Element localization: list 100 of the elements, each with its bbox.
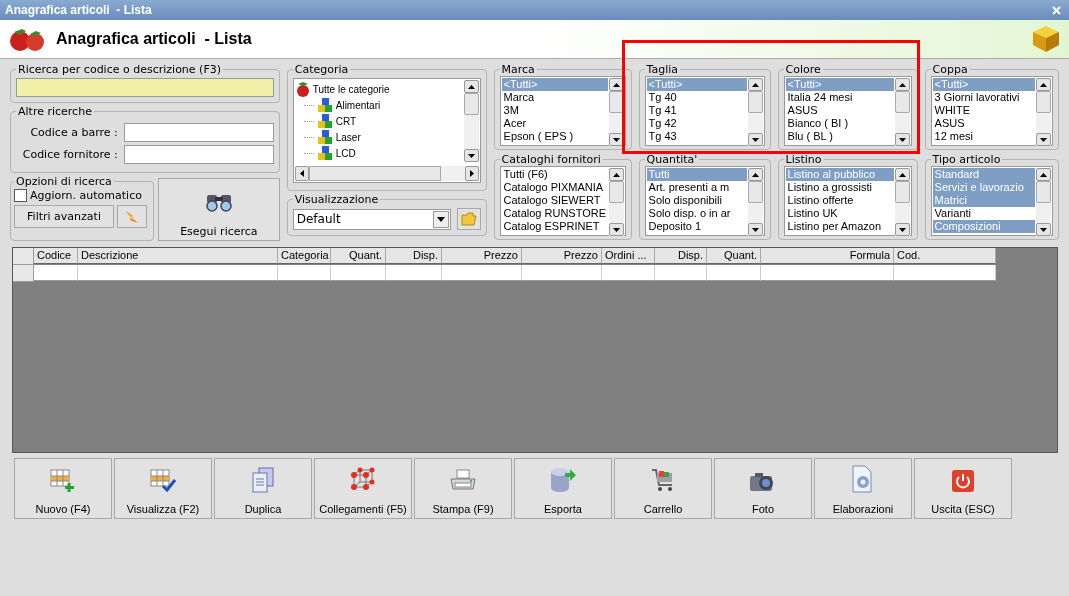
left-arrow-icon[interactable] xyxy=(299,170,304,177)
scrollbar[interactable] xyxy=(894,168,910,236)
up-arrow-icon[interactable] xyxy=(1039,172,1047,177)
scrollbar[interactable] xyxy=(747,168,763,236)
list-item[interactable]: Varianti xyxy=(932,207,1035,220)
list-item[interactable]: Listino a grossisti xyxy=(785,181,894,194)
tree-item[interactable]: LCD xyxy=(335,147,356,159)
column-header[interactable]: Prezzo xyxy=(522,248,602,264)
toolbar-button[interactable]: Collegamenti (F5) xyxy=(314,458,412,519)
group-title: Colore xyxy=(784,63,822,76)
list-item[interactable]: Catalog ESPRINET xyxy=(501,220,608,233)
scrollbar[interactable] xyxy=(294,166,479,181)
down-arrow-icon[interactable] xyxy=(751,137,759,142)
tree-item[interactable]: Alimentari xyxy=(335,99,381,111)
checkbox[interactable] xyxy=(14,189,27,202)
list-item[interactable]: Catalogo PIXMANIA xyxy=(501,181,608,194)
list-item[interactable]: Solo disp. o in ar xyxy=(646,207,747,220)
column-header[interactable]: Codice xyxy=(34,248,78,264)
column-header[interactable]: Disp. xyxy=(655,248,707,264)
up-arrow-icon[interactable] xyxy=(751,172,759,177)
list-item[interactable]: Tg 40 xyxy=(646,91,747,104)
list-item[interactable]: Marca xyxy=(501,91,608,104)
list-item[interactable]: Epson ( EPS ) xyxy=(501,130,608,143)
toolbar-button[interactable]: Carrello xyxy=(614,458,712,519)
toolbar-button[interactable]: Nuovo (F4) xyxy=(14,458,112,519)
up-arrow-icon[interactable] xyxy=(612,82,620,87)
list-item[interactable]: Catalog RUNSTORE xyxy=(501,207,608,220)
scrollbar[interactable] xyxy=(608,168,624,236)
column-header[interactable]: Prezzo xyxy=(442,248,522,264)
down-arrow-icon[interactable] xyxy=(1039,227,1047,232)
input-field[interactable] xyxy=(123,145,274,164)
list-item[interactable]: Listino offerte xyxy=(785,194,894,207)
right-arrow-icon[interactable] xyxy=(469,170,474,177)
column-header[interactable]: Categoria xyxy=(278,248,331,264)
toolbar-button[interactable]: Uscita (ESC) xyxy=(914,458,1012,519)
column-header[interactable]: Cod. xyxy=(894,248,996,264)
list-item[interactable]: Italia 24 mesi xyxy=(785,91,894,104)
list-item[interactable]: Deposito 1 xyxy=(646,220,747,233)
column-header[interactable]: Disp. xyxy=(386,248,442,264)
scrollbar[interactable] xyxy=(894,78,910,146)
list-item[interactable]: ASUS xyxy=(932,117,1035,130)
down-arrow-icon[interactable] xyxy=(1039,137,1047,142)
down-arrow-icon[interactable] xyxy=(751,227,759,232)
list-item[interactable]: WHITE xyxy=(932,104,1035,117)
close-icon[interactable] xyxy=(1052,5,1061,15)
scrollbar[interactable] xyxy=(747,78,763,146)
list-item[interactable]: Listino UK xyxy=(785,207,894,220)
up-arrow-icon[interactable] xyxy=(467,84,475,89)
tree-item[interactable]: CRT xyxy=(335,115,357,127)
list-item[interactable]: Tutti (F6) xyxy=(501,168,608,181)
list-item[interactable]: Tg 43 xyxy=(646,130,747,143)
column-header[interactable]: Quant. xyxy=(331,248,386,264)
scrollbar[interactable] xyxy=(1035,78,1051,146)
toolbar-button[interactable]: Esporta xyxy=(514,458,612,519)
column-header[interactable]: Descrizione xyxy=(78,248,278,264)
toolbar-button[interactable]: Visualizza (F2) xyxy=(114,458,212,519)
list-item[interactable]: Acer xyxy=(501,117,608,130)
up-arrow-icon[interactable] xyxy=(1039,82,1047,87)
blocks-icon xyxy=(316,97,333,113)
search-field[interactable] xyxy=(16,78,274,97)
up-arrow-icon[interactable] xyxy=(898,172,906,177)
page-title: Anagrafica articoli - Lista xyxy=(56,30,253,48)
column-header[interactable]: Formula xyxy=(761,248,894,264)
list-item[interactable]: 3M xyxy=(501,104,608,117)
column-header[interactable]: Quant. xyxy=(707,248,761,264)
list-item[interactable]: Art. presenti a m xyxy=(646,181,747,194)
up-arrow-icon[interactable] xyxy=(612,172,620,177)
list-item[interactable]: Blu ( BL ) xyxy=(785,130,894,143)
scrollbar[interactable] xyxy=(463,80,479,162)
tree-item[interactable]: Tutte le categorie xyxy=(312,83,390,95)
group-title: Categoria xyxy=(293,63,350,76)
list-item[interactable]: ASUS xyxy=(785,104,894,117)
up-arrow-icon[interactable] xyxy=(751,82,759,87)
list-item[interactable]: 12 mesi xyxy=(932,130,1035,143)
down-arrow-icon[interactable] xyxy=(612,227,620,232)
list-item[interactable]: 3 Giorni lavorativi xyxy=(932,91,1035,104)
advanced-filters-button[interactable]: Filtri avanzati xyxy=(14,205,114,228)
run-search-button[interactable]: Esegui ricerca xyxy=(158,178,280,241)
list-item[interactable]: Tg 41 xyxy=(646,104,747,117)
grid-check-icon xyxy=(150,469,176,493)
down-arrow-icon[interactable] xyxy=(898,137,906,142)
list-item[interactable]: Tg 42 xyxy=(646,117,747,130)
toolbar-button[interactable]: Foto xyxy=(714,458,812,519)
down-arrow-icon[interactable] xyxy=(898,227,906,232)
scrollbar[interactable] xyxy=(1035,168,1051,236)
toolbar-button[interactable]: Stampa (F9) xyxy=(414,458,512,519)
list-item[interactable]: Catalogo SIEWERT xyxy=(501,194,608,207)
tree-item[interactable]: Laser xyxy=(335,131,361,143)
list-item[interactable]: Bianco ( BI ) xyxy=(785,117,894,130)
down-arrow-icon[interactable] xyxy=(467,153,475,158)
up-arrow-icon[interactable] xyxy=(898,82,906,87)
list-item[interactable]: Solo disponibili xyxy=(646,194,747,207)
view-dropdown[interactable]: Default xyxy=(292,208,451,230)
table-cell xyxy=(655,265,707,281)
toolbar-button[interactable]: Elaborazioni xyxy=(814,458,912,519)
toolbar-button[interactable]: Duplica xyxy=(214,458,312,519)
column-header[interactable]: Ordini ... xyxy=(602,248,655,264)
down-arrow-icon[interactable] xyxy=(612,137,620,142)
input-field[interactable] xyxy=(123,123,274,142)
list-item[interactable]: Listino per Amazon xyxy=(785,220,894,233)
